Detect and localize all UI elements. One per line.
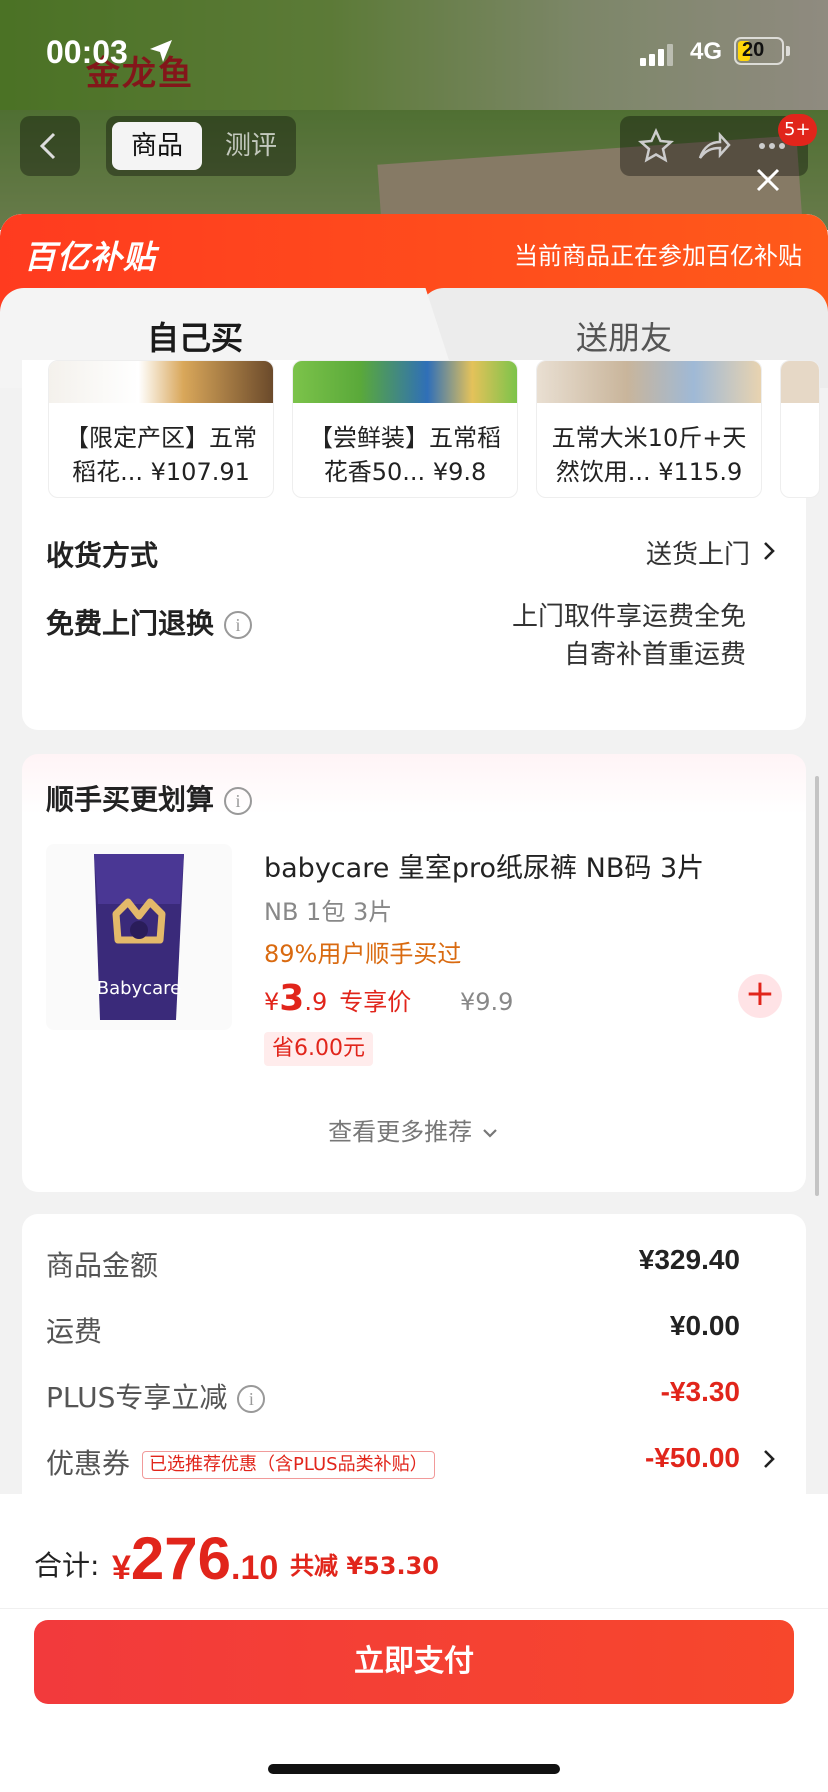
addon-title: 顺手买更划算	[46, 783, 215, 816]
coupon-value[interactable]: -¥50.00	[645, 1442, 740, 1474]
info-icon[interactable]: i	[224, 611, 253, 639]
price-symbol: ¥	[264, 988, 280, 1016]
subsidy-note: 当前商品正在参加百亿补贴	[514, 242, 802, 270]
chevron-right-icon[interactable]	[758, 540, 780, 562]
close-icon[interactable]	[752, 164, 784, 196]
scrollbar[interactable]	[815, 776, 819, 1196]
addon-product-spec: NB 1包 3片	[264, 898, 393, 926]
subsidy-logo: 百亿补贴	[24, 238, 157, 276]
add-addon-button[interactable]: +	[738, 974, 782, 1018]
more-recommendations-label: 查看更多推荐	[328, 1118, 473, 1146]
addon-buy-rate: 89%用户顺手买过	[264, 940, 462, 968]
coupon-label: 优惠券	[46, 1447, 131, 1480]
free-return-label: 免费上门退换	[46, 607, 215, 640]
info-icon[interactable]: i	[237, 1385, 266, 1413]
network-type: 4G	[690, 38, 723, 65]
home-indicator[interactable]	[268, 1764, 560, 1774]
chevron-left-icon	[39, 132, 56, 160]
battery-icon: 20	[734, 37, 784, 65]
recommended-item[interactable]: 【限定产区】五常稻花... ¥107.91	[48, 360, 274, 498]
more-recommendations-button[interactable]: 查看更多推荐	[22, 1112, 806, 1147]
shipping-value: ¥0.00	[669, 1310, 740, 1341]
tab-product[interactable]: 商品	[112, 122, 202, 170]
delivery-method-label: 收货方式	[46, 539, 159, 572]
recommended-item-price: ¥9.8	[432, 458, 487, 486]
addon-original-price: ¥9.9	[460, 988, 514, 1016]
battery-level: 20	[742, 39, 765, 61]
price-integer: 3	[279, 978, 305, 1019]
product-image[interactable]: Babycare	[46, 844, 232, 1030]
location-arrow-icon	[150, 40, 172, 62]
goods-amount-label: 商品金额	[46, 1249, 159, 1282]
recommended-item-price: ¥115.9	[658, 458, 743, 486]
diaper-pack-image: Babycare	[94, 854, 184, 1020]
product-nav-tabs: 商品 测评	[106, 116, 296, 176]
shipping-label: 运费	[46, 1315, 103, 1348]
free-return-line-1: 上门取件享运费全免	[511, 602, 746, 632]
recommended-item-image	[293, 361, 517, 403]
price-summary-card: 商品金额 ¥329.40 运费 ¥0.00 PLUS专享立减 i -¥3.30 优…	[22, 1214, 806, 1514]
message-badge: 5+	[778, 114, 817, 146]
chevron-right-icon[interactable]	[758, 1448, 780, 1470]
addon-product-name[interactable]: babycare 皇室pro纸尿裤 NB码 3片	[264, 846, 704, 885]
goods-amount-value: ¥329.40	[638, 1244, 740, 1275]
status-time: 00:03	[46, 34, 128, 70]
checkout-footer: 合计: ¥276.10 共减 ¥53.30 立即支付	[0, 1494, 828, 1792]
divider	[0, 1608, 828, 1609]
status-bar: 00:03 4G 20	[0, 0, 828, 100]
share-icon[interactable]	[696, 128, 732, 164]
addon-save-badge: 省6.00元	[264, 1032, 373, 1066]
free-return-line-2: 自寄补首重运费	[563, 640, 746, 670]
info-icon[interactable]: i	[224, 787, 253, 815]
recommended-item[interactable]: 五常大米10斤+天然饮用... ¥115.9	[536, 360, 762, 498]
chevron-down-icon	[483, 1129, 497, 1138]
total-integer: 276	[130, 1525, 232, 1592]
cellular-signal-icon	[640, 42, 676, 66]
addon-price: ¥3.9 专享价	[264, 978, 411, 1019]
delivery-method-value[interactable]: 送货上门	[646, 534, 750, 571]
total-decimal: .10	[231, 1549, 279, 1587]
tab-review[interactable]: 测评	[214, 122, 288, 170]
coupon-tag[interactable]: 已选推荐优惠（含PLUS品类补贴）	[142, 1451, 435, 1479]
total-label: 合计:	[34, 1549, 100, 1582]
back-button[interactable]	[20, 116, 80, 176]
total-symbol: ¥	[112, 1549, 131, 1587]
recommended-item[interactable]: 【尝鲜装】五常稻花香50... ¥9.8	[292, 360, 518, 498]
product-image-label: Babycare	[97, 978, 181, 999]
recommended-item-price: ¥107.91	[150, 458, 250, 486]
star-icon[interactable]	[638, 128, 674, 164]
plus-discount-value: -¥3.30	[660, 1376, 740, 1407]
recommended-item-image	[49, 361, 273, 403]
price-tag: 专享价	[339, 988, 412, 1016]
order-info-card: 【限定产区】五常稻花... ¥107.91 【尝鲜装】五常稻花香50... ¥9…	[22, 360, 820, 730]
recommended-item-image	[537, 361, 761, 403]
recommended-item-image	[781, 361, 819, 403]
total-amount: ¥276.10	[112, 1524, 278, 1593]
recommended-item-partial[interactable]	[780, 360, 820, 498]
pay-now-button[interactable]: 立即支付	[34, 1620, 794, 1704]
addon-card: 顺手买更划算 i Babycare babycare 皇室pro纸尿裤 NB码 3…	[22, 754, 806, 1192]
plus-discount-label: PLUS专享立减	[46, 1381, 228, 1414]
total-discount: 共减 ¥53.30	[290, 1552, 439, 1580]
price-decimal: .9	[304, 988, 328, 1016]
